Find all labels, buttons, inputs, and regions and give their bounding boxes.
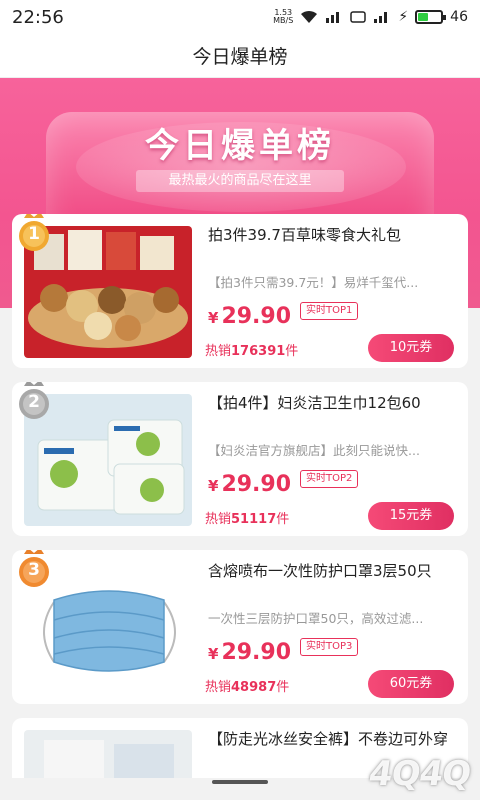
charging-icon: ⚡ (398, 9, 409, 25)
sales-count: 热销176391件 (205, 344, 299, 359)
signal-hd-icon (326, 12, 340, 23)
watermark-logo: 4Q4Q (366, 754, 473, 794)
page-header: 今日爆单榜 (0, 34, 480, 78)
top-rank-tag: 实时TOP3 (300, 638, 359, 656)
wifi-icon (301, 10, 318, 23)
product-description: 【拍3件只需39.7元！】易烊千玺代... (208, 275, 419, 290)
coupon-button[interactable]: 10元券 (368, 334, 454, 362)
product-description: 一次性三层防护口罩50只，高效过滤... (208, 611, 424, 626)
product-title[interactable]: 拍3件39.7百草味零食大礼包 (208, 224, 458, 246)
product-title[interactable]: 【防走光冰丝安全裤】不卷边可外穿 (208, 728, 458, 750)
coupon-button[interactable]: 60元券 (368, 670, 454, 698)
product-price: ¥29.90 (208, 640, 292, 665)
top-rank-tag: 实时TOP1 (300, 302, 359, 320)
product-description: 【妇炎洁官方旗舰店】此刻只能说快... (208, 443, 420, 458)
banner-title: 今日爆单榜 (145, 126, 335, 166)
product-title[interactable]: 【拍4件】妇炎洁卫生巾12包60 (208, 392, 458, 414)
page-title: 今日爆单榜 (192, 46, 288, 68)
status-time: 22:56 (12, 6, 64, 28)
product-image-shorts[interactable] (24, 730, 192, 778)
coupon-button[interactable]: 15元券 (368, 502, 454, 530)
sales-count: 热销51117件 (205, 512, 290, 527)
top-rank-tag: 实时TOP2 (300, 470, 359, 488)
network-speed: 1.53 MB/S (273, 8, 294, 25)
product-card[interactable]: 1 拍3件39.7百草味零食大礼包 【拍3件只需39.7元！】易烊千玺代... … (12, 214, 468, 368)
battery-icon (415, 10, 447, 24)
signal-icon (374, 12, 388, 23)
product-title[interactable]: 含熔喷布一次性防护口罩3层50只 (208, 560, 458, 582)
rank-number: 1 (28, 224, 40, 244)
product-price: ¥29.90 (208, 472, 292, 497)
product-price: ¥29.90 (208, 304, 292, 329)
status-icons: 1.53 MB/S ⚡ 46 (273, 8, 468, 26)
battery-level: 46 (450, 9, 468, 25)
product-list: 1 拍3件39.7百草味零食大礼包 【拍3件只需39.7元！】易烊千玺代... … (12, 214, 468, 792)
product-card[interactable]: 3 含熔喷布一次性防护口罩3层50只 一次性三层防护口罩50只，高效过滤... … (12, 550, 468, 704)
banner-subtitle: 最热最火的商品尽在这里 (136, 170, 344, 192)
product-card[interactable]: 2 【拍4件】妇炎洁卫生巾12包60 【妇炎洁官方旗舰店】此刻只能说快... ¥… (12, 382, 468, 536)
status-bar: 22:56 1.53 MB/S ⚡ 46 (0, 0, 480, 34)
sales-count: 热销48987件 (205, 680, 290, 695)
rank-number: 3 (28, 560, 40, 580)
rank-number: 2 (28, 392, 40, 412)
hd-icon (350, 11, 367, 23)
home-indicator[interactable] (212, 780, 268, 784)
